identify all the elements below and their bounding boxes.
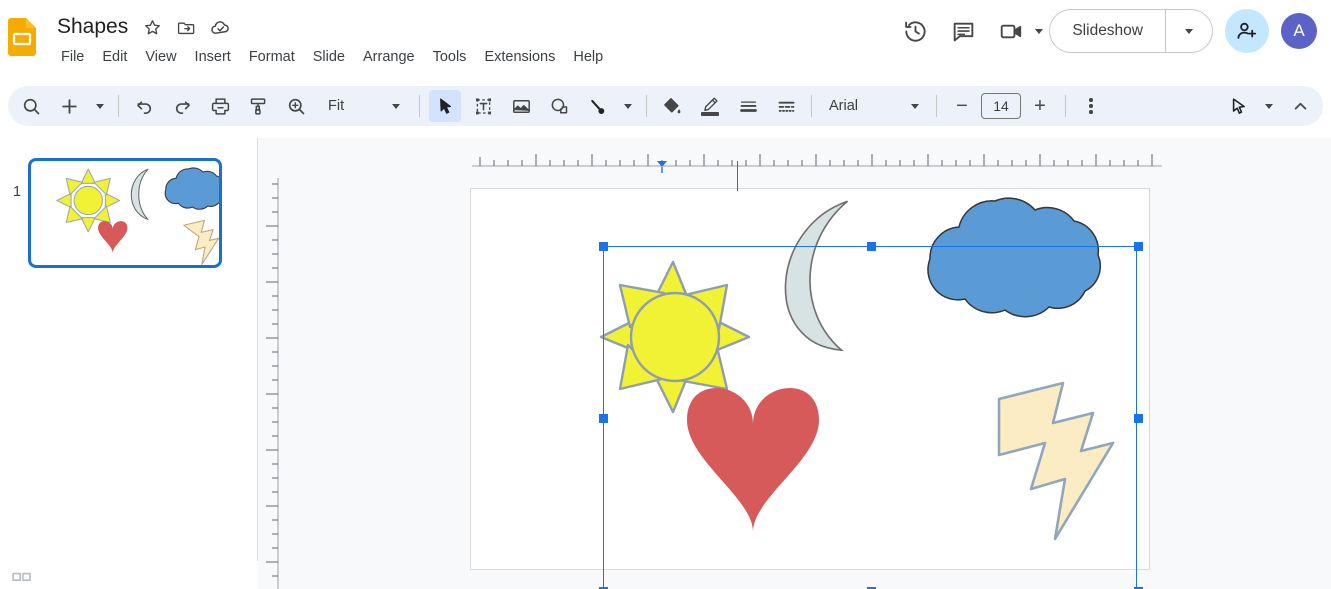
chevron-down-icon xyxy=(1185,28,1193,34)
slides-logo-icon xyxy=(8,18,36,56)
line-tool[interactable] xyxy=(581,90,613,122)
slide-canvas[interactable] xyxy=(470,161,1150,589)
line-caret[interactable] xyxy=(619,90,637,122)
google-slides-window: Shapes File Edit View Insert Format Slid… xyxy=(0,0,1331,589)
border-color-tool[interactable] xyxy=(694,90,726,122)
toolbar-divider xyxy=(419,95,420,117)
sun-shape[interactable] xyxy=(599,260,751,414)
menu-edit[interactable]: Edit xyxy=(93,44,136,70)
menu-arrange[interactable]: Arrange xyxy=(354,44,424,70)
three-dots-icon xyxy=(1089,98,1093,114)
menu-bar: File Edit View Insert Format Slide Arran… xyxy=(52,44,612,70)
menu-slide[interactable]: Slide xyxy=(304,44,354,70)
slide-thumbnail-1[interactable] xyxy=(28,158,222,268)
pointer-caret[interactable] xyxy=(1260,90,1278,122)
menu-extensions[interactable]: Extensions xyxy=(475,44,564,70)
rotation-guide-line xyxy=(737,161,739,191)
print-icon[interactable] xyxy=(204,90,236,122)
fill-color-tool[interactable] xyxy=(656,90,688,122)
increase-font-size-button[interactable]: + xyxy=(1024,90,1056,122)
slideshow-options-caret[interactable] xyxy=(1166,10,1212,52)
move-to-folder-icon[interactable] xyxy=(171,12,201,42)
text-box-tool[interactable] xyxy=(467,90,499,122)
avatar[interactable]: A xyxy=(1281,13,1317,49)
star-icon[interactable] xyxy=(137,12,167,42)
slideshow-button[interactable]: Slideshow xyxy=(1050,10,1165,52)
header-actions: Slideshow A xyxy=(891,9,1321,53)
select-tool[interactable] xyxy=(429,90,461,122)
ruler-indent-marker[interactable] xyxy=(655,160,669,174)
menu-insert[interactable]: Insert xyxy=(186,44,240,70)
main-toolbar: Fit Arial − 14 + xyxy=(8,86,1323,126)
chevron-down-icon xyxy=(96,103,104,109)
cloud-shape-thumb xyxy=(164,167,219,210)
present-video-icon[interactable] xyxy=(991,11,1031,51)
toolbar-divider xyxy=(936,95,937,117)
border-weight-tool[interactable] xyxy=(732,90,764,122)
decrease-font-size-button[interactable]: − xyxy=(946,90,978,122)
shape-tool[interactable] xyxy=(543,90,575,122)
chevron-down-icon xyxy=(911,103,919,109)
minus-icon: − xyxy=(956,95,968,117)
menu-file[interactable]: File xyxy=(52,44,93,70)
undo-icon[interactable] xyxy=(128,90,160,122)
border-color-swatch xyxy=(701,112,719,116)
slideshow-button-group: Slideshow xyxy=(1049,9,1213,53)
paint-format-icon[interactable] xyxy=(242,90,274,122)
share-button[interactable] xyxy=(1225,9,1269,53)
more-options-icon[interactable] xyxy=(1075,90,1107,122)
toolbar-divider xyxy=(646,95,647,117)
zoom-level-selector[interactable]: Fit xyxy=(318,90,410,122)
redo-icon[interactable] xyxy=(166,90,198,122)
font-family-label: Arial xyxy=(829,98,859,114)
comment-icon[interactable] xyxy=(943,11,983,51)
chevron-down-icon xyxy=(392,103,400,109)
menu-view[interactable]: View xyxy=(136,44,185,70)
toolbar-divider xyxy=(1065,95,1066,117)
app-header: Shapes File Edit View Insert Format Slid… xyxy=(0,0,1331,78)
menu-help[interactable]: Help xyxy=(564,44,612,70)
cloud-shape[interactable] xyxy=(927,197,1101,318)
slide-content xyxy=(599,197,1115,541)
vertical-ruler[interactable] xyxy=(263,178,279,589)
new-slide-caret[interactable] xyxy=(91,90,109,122)
font-family-selector[interactable]: Arial xyxy=(821,90,927,122)
laser-pointer-icon[interactable] xyxy=(1222,90,1254,122)
list-item[interactable]: 1 xyxy=(6,158,222,268)
lightning-bolt-shape[interactable] xyxy=(997,381,1115,541)
new-slide-icon[interactable] xyxy=(53,90,85,122)
layout-grid-icon[interactable] xyxy=(12,565,32,586)
heart-shape[interactable] xyxy=(687,388,819,532)
search-icon[interactable] xyxy=(15,90,47,122)
chevron-down-icon xyxy=(1265,103,1273,109)
moon-shape[interactable] xyxy=(784,200,849,352)
slide-number: 1 xyxy=(12,184,22,200)
toolbar-divider xyxy=(118,95,119,117)
cloud-saved-icon[interactable] xyxy=(205,12,235,42)
toolbar-divider xyxy=(811,95,812,117)
present-video-group[interactable] xyxy=(987,11,1044,51)
slide-filmstrip: 1 xyxy=(0,138,258,589)
menu-format[interactable]: Format xyxy=(240,44,304,70)
plus-icon: + xyxy=(1034,95,1046,117)
sun-shape-thumb xyxy=(56,168,121,233)
chevron-down-icon xyxy=(624,103,632,109)
present-video-caret[interactable] xyxy=(1035,28,1044,34)
zoom-icon[interactable] xyxy=(280,90,312,122)
thumbnail-preview xyxy=(56,167,219,265)
document-title-row: Shapes xyxy=(52,11,235,43)
menu-tools[interactable]: Tools xyxy=(424,44,476,70)
horizontal-ruler[interactable] xyxy=(472,151,1162,167)
image-tool[interactable] xyxy=(505,90,537,122)
zoom-level-label: Fit xyxy=(328,98,345,114)
version-history-icon[interactable] xyxy=(895,11,935,51)
page-title[interactable]: Shapes xyxy=(52,14,133,40)
font-size-input[interactable]: 14 xyxy=(981,93,1021,119)
border-dash-tool[interactable] xyxy=(770,90,802,122)
slide-editor-canvas-area[interactable] xyxy=(258,138,1331,589)
filmstrip-footer xyxy=(0,561,258,589)
collapse-toolbar-icon[interactable] xyxy=(1284,90,1316,122)
